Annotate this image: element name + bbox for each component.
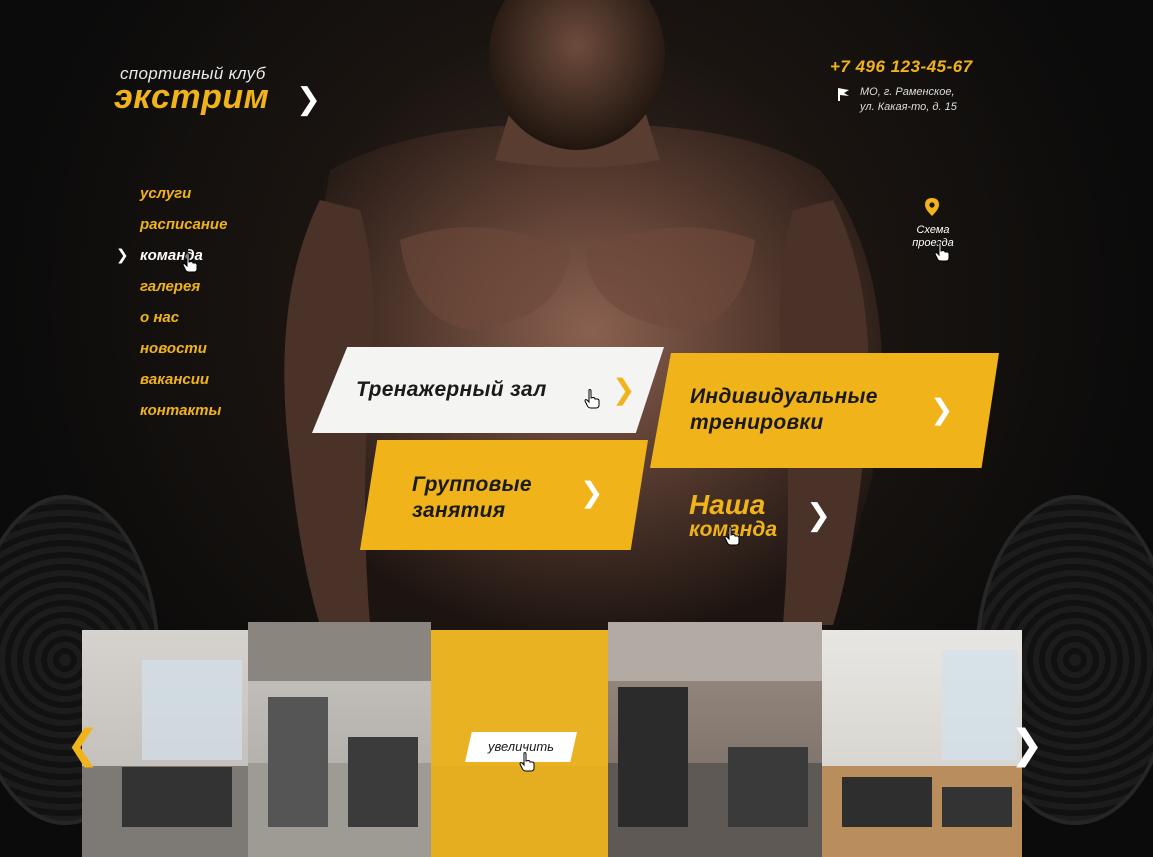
nav-item-services[interactable]: услуги: [140, 183, 227, 214]
nav-link[interactable]: о нас: [140, 308, 179, 328]
map-pin-icon: [925, 198, 939, 216]
tile-individual-label: Индивидуальные тренировки: [690, 384, 878, 436]
chevron-right-icon: ❯: [296, 82, 322, 117]
gallery-next-chevron-right-icon[interactable]: ❯: [1010, 722, 1044, 768]
tile-individual-line1: Индивидуальные: [690, 385, 878, 408]
photo-equipment: [942, 787, 1012, 827]
gallery-photo[interactable]: [822, 630, 1022, 857]
tile-gym[interactable]: Тренажерный зал ❯: [312, 347, 664, 433]
hero-stage: спортивный клуб экстрим ❯ +7 496 123-45-…: [0, 0, 1153, 857]
tile-group-line1: Групповые: [412, 473, 532, 496]
nav-link[interactable]: новости: [140, 339, 207, 359]
hand-cursor-icon: [182, 253, 198, 273]
address-line-2: ул. Какая-то, д. 15: [860, 101, 957, 113]
nav-item-contacts[interactable]: контакты: [140, 400, 227, 431]
tile-group-line2: занятия: [412, 499, 506, 522]
nav-item-schedule[interactable]: расписание: [140, 214, 227, 245]
photo-ceiling: [608, 622, 822, 681]
photo-window: [942, 650, 1017, 760]
nav-item-team[interactable]: ❯ команда: [116, 245, 227, 276]
phone-number[interactable]: +7 496 123-45-67: [830, 57, 973, 77]
address-line-1: МО, г. Раменское,: [860, 86, 955, 98]
photo-ceiling: [248, 622, 431, 681]
photo-window: [142, 660, 242, 760]
gallery-photo[interactable]: [608, 622, 822, 857]
route-label-line1: Схема: [916, 224, 950, 236]
route-map-link[interactable]: Схема проезда: [905, 224, 961, 250]
hand-cursor-icon: [519, 752, 535, 772]
hand-cursor-icon: [724, 526, 740, 546]
chevron-right-icon: ❯: [116, 246, 129, 264]
gallery-photo[interactable]: [82, 630, 248, 857]
nav-item-vacancies[interactable]: вакансии: [140, 369, 227, 400]
tile-gym-label: Тренажерный зал: [356, 378, 547, 401]
photo-gallery: увеличить: [82, 622, 1022, 857]
gallery-prev-chevron-left-icon[interactable]: ❮: [66, 722, 100, 768]
tile-group-label: Групповые занятия: [412, 472, 532, 524]
hand-cursor-icon: [934, 242, 950, 262]
nav-link[interactable]: расписание: [140, 215, 227, 235]
main-nav: услуги расписание ❯ команда галерея о на…: [116, 183, 227, 431]
gallery-photo-active[interactable]: увеличить: [431, 630, 608, 857]
brand-logo[interactable]: экстрим: [114, 78, 269, 117]
tile-individual-line2: тренировки: [690, 411, 824, 434]
chevron-right-icon: ❯: [612, 373, 636, 406]
nav-link[interactable]: галерея: [140, 277, 200, 297]
nav-link[interactable]: вакансии: [140, 370, 209, 390]
flag-icon: [838, 88, 849, 101]
hand-cursor-icon: [584, 389, 600, 409]
team-link-line1: Наша: [689, 489, 766, 520]
photo-equipment: [618, 687, 688, 827]
photo-equipment: [348, 737, 418, 827]
photo-equipment: [268, 697, 328, 827]
gallery-photo[interactable]: [248, 622, 431, 857]
tile-individual-training[interactable]: Индивидуальные тренировки ❯: [650, 353, 999, 468]
chevron-right-icon: ❯: [580, 476, 604, 509]
chevron-right-icon: ❯: [930, 393, 954, 426]
nav-link[interactable]: услуги: [140, 184, 191, 204]
photo-equipment: [122, 767, 232, 827]
nav-item-news[interactable]: новости: [140, 338, 227, 369]
nav-item-gallery[interactable]: галерея: [140, 276, 227, 307]
tile-group-classes[interactable]: Групповые занятия ❯: [360, 440, 648, 550]
photo-equipment: [842, 777, 932, 827]
nav-link[interactable]: контакты: [140, 401, 221, 421]
photo-equipment: [728, 747, 808, 827]
chevron-right-icon: ❯: [806, 498, 832, 533]
nav-item-about[interactable]: о нас: [140, 307, 227, 338]
